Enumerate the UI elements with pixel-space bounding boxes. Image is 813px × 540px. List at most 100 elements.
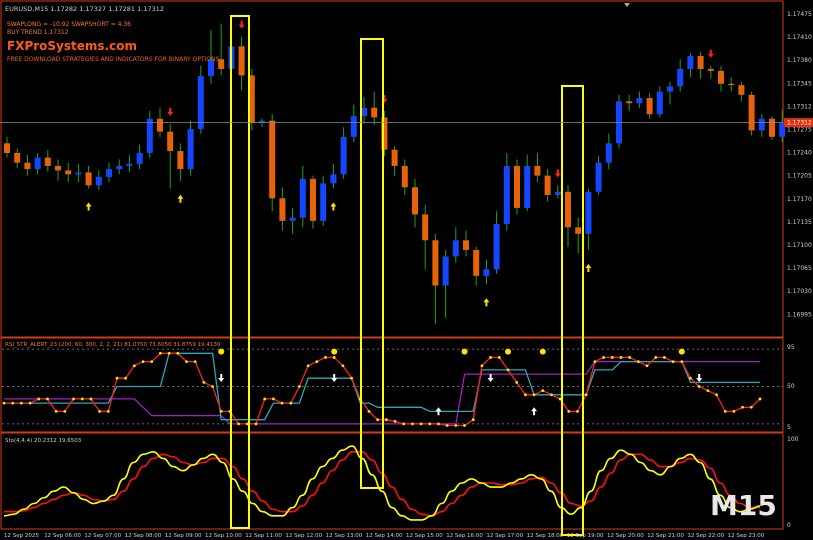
rsi-point bbox=[219, 410, 223, 413]
rsi-point bbox=[671, 360, 675, 363]
candle-body bbox=[626, 101, 633, 104]
rsi-point bbox=[454, 424, 458, 427]
candle-body bbox=[514, 165, 520, 208]
rsi-point bbox=[471, 418, 475, 422]
candle-body bbox=[401, 165, 408, 188]
candle-body bbox=[238, 46, 245, 76]
rsi-point bbox=[584, 393, 588, 397]
candle-body bbox=[483, 269, 490, 276]
rsi-point bbox=[315, 360, 319, 363]
candle-body bbox=[197, 76, 204, 130]
candle-body bbox=[34, 157, 41, 170]
rsi-point bbox=[324, 356, 327, 359]
rsi-point bbox=[211, 385, 214, 388]
candle-body bbox=[544, 175, 551, 196]
rsi-point bbox=[741, 405, 745, 409]
rsi-point bbox=[697, 385, 701, 388]
candle-body bbox=[707, 68, 714, 71]
rsi-point bbox=[506, 368, 510, 372]
candle-body bbox=[320, 183, 327, 221]
current-price-label: 1.17312 bbox=[787, 120, 812, 127]
candle-body bbox=[95, 176, 102, 186]
rsi-point bbox=[706, 389, 710, 393]
candle-body bbox=[667, 86, 673, 92]
candle-body bbox=[177, 151, 184, 170]
rsi-point bbox=[54, 410, 58, 413]
rsi-point bbox=[2, 401, 6, 405]
rsi-point bbox=[541, 389, 545, 393]
rsi-point bbox=[602, 356, 605, 359]
rsi-point bbox=[402, 422, 406, 426]
candle-body bbox=[371, 107, 378, 118]
rsi-point bbox=[254, 422, 258, 426]
candle-body bbox=[24, 162, 31, 170]
candle-body bbox=[4, 143, 10, 153]
candle-body bbox=[565, 191, 571, 228]
rsi-point bbox=[628, 356, 632, 359]
rsi-point bbox=[150, 360, 154, 363]
time-tick-label: 12 Sep 16:00 bbox=[446, 533, 483, 539]
rsi-point bbox=[106, 410, 110, 413]
time-tick-label: 12 Sep 08:00 bbox=[125, 533, 162, 539]
rsi-point bbox=[489, 356, 493, 359]
rsi-level-95: 95 bbox=[787, 344, 795, 351]
candle-body bbox=[350, 116, 357, 137]
brand-tagline: FREE DOWNLOAD STRATEGIES AND INDICATORS … bbox=[7, 56, 220, 63]
symbol-label: EURUSD,M15 1.17282 1.17327 1.17281 1.173… bbox=[5, 5, 164, 13]
candle-body bbox=[463, 240, 469, 250]
rsi-point bbox=[28, 401, 32, 405]
brand-title: FXProSystems.com bbox=[7, 39, 137, 53]
time-tick-label: 12 Sep 22:00 bbox=[687, 533, 724, 539]
price-tick-label: 1.17475 bbox=[787, 11, 812, 18]
rsi-point bbox=[610, 356, 614, 359]
candle-body bbox=[493, 224, 500, 270]
rsi-point bbox=[593, 360, 597, 363]
rsi-point bbox=[132, 364, 136, 368]
rsi-point bbox=[523, 393, 527, 397]
candle-body bbox=[44, 157, 51, 166]
price-tick-label: 1.17205 bbox=[787, 173, 812, 180]
candle-body bbox=[279, 198, 286, 221]
rsi-signal-dot bbox=[678, 348, 685, 355]
candle-body bbox=[85, 172, 92, 186]
rsi-point bbox=[550, 393, 553, 397]
rsi-point bbox=[567, 410, 571, 413]
time-tick-label: 12 Sep 07:00 bbox=[84, 533, 121, 539]
price-tick-label: 1.17345 bbox=[787, 80, 812, 87]
price-tick-label: 1.17100 bbox=[787, 242, 812, 249]
time-tick-label: 12 Sep 18:00 bbox=[527, 533, 564, 539]
candle-body bbox=[585, 191, 592, 234]
time-tick-label: 12 Sep 2025 bbox=[4, 533, 39, 539]
rsi-point bbox=[645, 364, 649, 368]
rsi-point bbox=[480, 364, 484, 368]
price-tick-label: 1.17030 bbox=[787, 288, 812, 295]
rsi-point bbox=[367, 410, 371, 413]
rsi-point bbox=[689, 376, 692, 380]
rsi-point bbox=[732, 410, 736, 413]
candle-body bbox=[432, 240, 439, 286]
candle-body bbox=[75, 172, 82, 175]
rsi-point bbox=[497, 356, 501, 359]
rsi-point bbox=[72, 397, 75, 401]
candle-body bbox=[636, 98, 643, 104]
candle-body bbox=[167, 131, 174, 152]
price-tick-label: 1.17410 bbox=[787, 34, 812, 41]
rsi-point bbox=[376, 418, 380, 422]
rsi-signal-dot bbox=[539, 348, 546, 355]
rsi-point bbox=[463, 424, 466, 427]
candle-body bbox=[330, 174, 337, 184]
candle-body bbox=[473, 249, 480, 276]
rsi-signal-dot bbox=[218, 348, 225, 355]
rsi-point bbox=[663, 356, 666, 359]
timeframe-watermark: M15 bbox=[710, 489, 777, 522]
trend-label: BUY TREND 1.17312 bbox=[7, 29, 69, 36]
rsi-point bbox=[263, 397, 267, 401]
rsi-level-5: 5 bbox=[787, 424, 791, 431]
rsi-point bbox=[185, 360, 188, 363]
candle-body bbox=[534, 165, 541, 176]
rsi-point bbox=[619, 356, 623, 359]
time-tick-label: 12 Sep 06:00 bbox=[44, 533, 81, 539]
rsi-point bbox=[437, 422, 440, 426]
price-tick-label: 1.17380 bbox=[787, 57, 812, 64]
trading-chart[interactable]: EURUSD,M15 1.17282 1.17327 1.17281 1.173… bbox=[0, 0, 813, 540]
